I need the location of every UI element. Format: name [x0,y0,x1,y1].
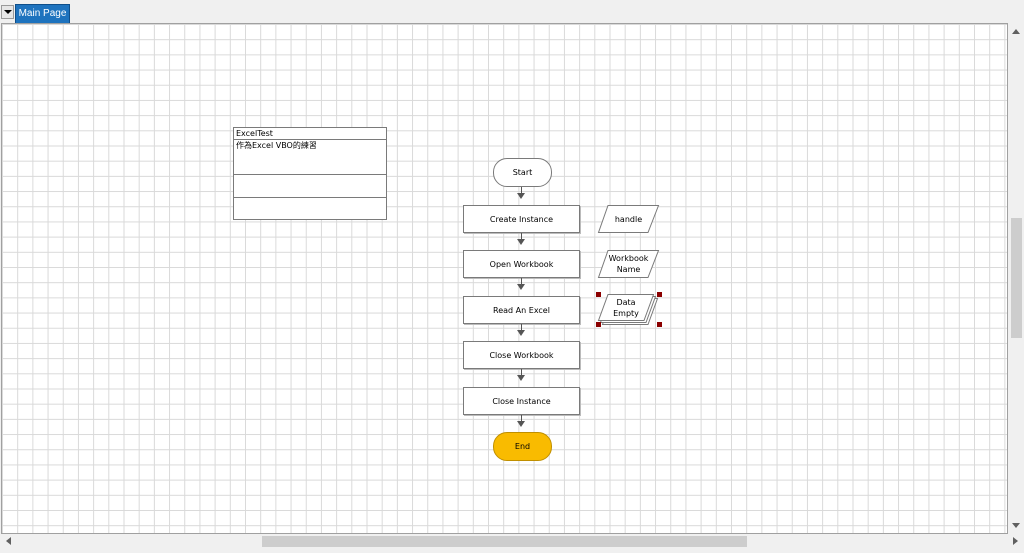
link-arrow-icon [517,421,525,427]
link-arrow-icon [517,239,525,245]
start-stage[interactable]: Start [493,158,552,187]
end-stage[interactable]: End [493,432,552,461]
chevron-down-icon [4,10,12,14]
process-step-open-workbook[interactable]: Open Workbook [463,250,580,278]
data-item-label: Workbook Name [598,250,659,278]
resize-handle[interactable] [596,322,601,327]
page-tab-bar: Main Page [0,0,1024,23]
scroll-down-icon[interactable] [1012,523,1020,528]
process-diagram-canvas[interactable]: ExcelTest 作為Excel VBO的練習 Start Create In… [1,23,1008,534]
process-step-create-instance[interactable]: Create Instance [463,205,580,233]
data-item-handle[interactable]: handle [597,205,660,233]
link-arrow-icon [517,193,525,199]
page-list-dropdown-button[interactable] [1,5,14,19]
process-info-box[interactable]: ExcelTest 作為Excel VBO的練習 [233,127,387,220]
link-arrow-icon [517,375,525,381]
vertical-scrollbar[interactable] [1009,23,1024,534]
collection-label: Data Empty [598,294,654,321]
scroll-right-icon[interactable] [1013,537,1018,545]
vertical-scroll-thumb[interactable] [1011,218,1022,338]
data-item-workbook-name[interactable]: Workbook Name [597,250,660,278]
process-info-empty-row [234,198,386,220]
process-step-close-instance[interactable]: Close Instance [463,387,580,415]
process-info-description: 作為Excel VBO的練習 [234,140,386,175]
data-item-label: handle [614,214,643,224]
process-step-close-workbook[interactable]: Close Workbook [463,341,580,369]
resize-handle[interactable] [596,292,601,297]
link-arrow-icon [517,330,525,336]
collection-data-empty[interactable]: Data Empty [597,294,659,326]
resize-handle[interactable] [657,322,662,327]
resize-handle[interactable] [657,292,662,297]
scroll-left-icon[interactable] [6,537,11,545]
status-strip [0,549,1024,553]
process-info-title: ExcelTest [234,128,386,140]
scroll-up-icon[interactable] [1012,29,1020,34]
process-info-empty-row [234,175,386,198]
data-item-label-line: Name [616,265,641,274]
horizontal-scrollbar[interactable] [0,534,1024,549]
collection-label-line: Empty [613,308,639,318]
tab-main-page[interactable]: Main Page [15,4,70,23]
horizontal-scroll-thumb[interactable] [262,536,747,547]
process-step-read-an-excel[interactable]: Read An Excel [463,296,580,324]
collection-label-line: Data [616,297,636,307]
data-item-label-line: Workbook [608,254,649,263]
link-arrow-icon [517,284,525,290]
